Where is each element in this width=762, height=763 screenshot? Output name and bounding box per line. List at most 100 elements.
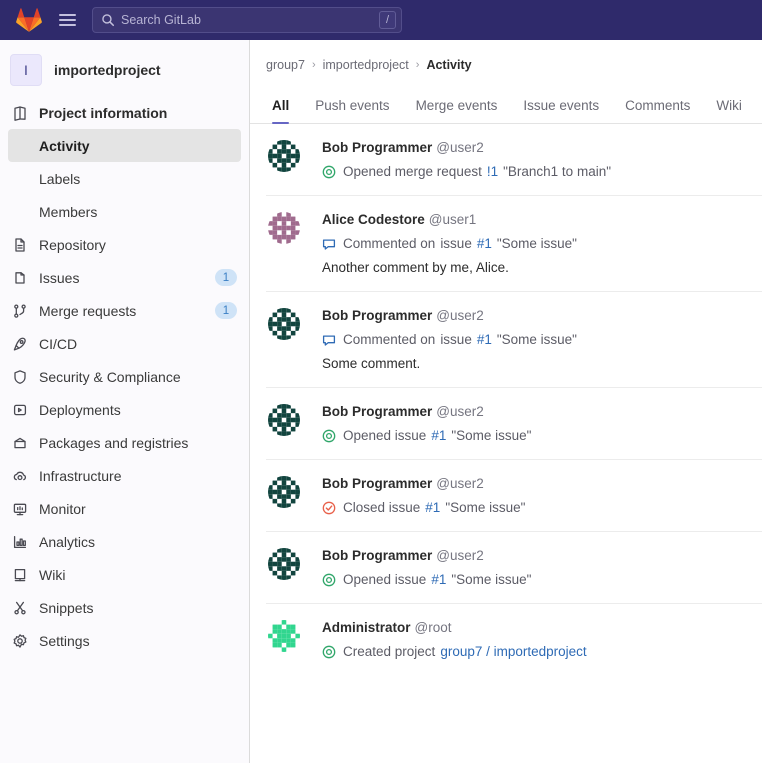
sidebar-item-label: Settings	[39, 632, 90, 649]
sidebar-project-header[interactable]: I importedproject	[0, 48, 249, 96]
tab-issue-events[interactable]: Issue events	[510, 98, 612, 123]
sidebar-item-security-compliance[interactable]: Security & Compliance	[0, 360, 249, 393]
avatar[interactable]	[268, 620, 300, 652]
breadcrumb-item-group7[interactable]: group7	[266, 58, 305, 72]
sidebar-item-merge-requests[interactable]: Merge requests 1	[0, 294, 249, 327]
sidebar-item-snippets[interactable]: Snippets	[0, 591, 249, 624]
sidebar-item-label: Project information	[39, 104, 168, 121]
identicon-teal	[268, 308, 300, 340]
gear-icon	[13, 633, 27, 648]
event-reference[interactable]: !1	[487, 162, 498, 181]
rocket-icon	[13, 337, 26, 351]
event-target-type: issue	[440, 236, 472, 251]
sidebar-item-label: Labels	[39, 170, 81, 187]
event-body: Bob Programmer @user2 Opened issue #1 "Some …	[322, 546, 762, 589]
sidebar-item-activity[interactable]: Activity	[8, 129, 241, 162]
sidebar-item-label: Deployments	[39, 401, 121, 418]
avatar[interactable]	[268, 548, 300, 580]
event-user-handle[interactable]: @root	[415, 620, 452, 635]
sidebar-item-wiki[interactable]: Wiki	[0, 558, 249, 591]
activity-event: Bob Programmer @user2 Opened issue #1 "Some …	[266, 532, 762, 604]
sidebar-item-packages-and-registries[interactable]: Packages and registries	[0, 426, 249, 459]
avatar[interactable]	[268, 476, 300, 508]
sidebar-item-label: Members	[39, 203, 98, 220]
sidebar-item-label: CI/CD	[39, 335, 78, 352]
sidebar-item-monitor[interactable]: Monitor	[0, 492, 249, 525]
sidebar-item-members[interactable]: Members	[0, 195, 249, 228]
event-body: Bob Programmer @user2 Opened issue #1 "Some …	[322, 402, 762, 445]
sidebar-item-analytics[interactable]: Analytics	[0, 525, 249, 558]
sidebar-item-labels[interactable]: Labels	[0, 162, 249, 195]
event-user-handle[interactable]: @user1	[429, 212, 476, 227]
event-user-handle[interactable]: @user2	[436, 308, 483, 323]
tab-push-events[interactable]: Push events	[302, 98, 402, 123]
activity-event: Bob Programmer @user2 Commented on issue #1 "…	[266, 292, 762, 388]
event-author[interactable]: Bob Programmer	[322, 308, 432, 323]
event-action-line: Commented on issue #1 "Some issue"	[322, 234, 762, 253]
sidebar-item-repository[interactable]: Repository	[0, 228, 249, 261]
avatar[interactable]	[268, 212, 300, 244]
event-user-handle[interactable]: @user2	[436, 140, 483, 155]
event-title: "Some issue"	[451, 428, 532, 443]
event-project-link[interactable]: group7 / importedproject	[440, 642, 586, 661]
avatar[interactable]	[268, 308, 300, 340]
event-reference[interactable]: #1	[425, 498, 440, 517]
tab-wiki[interactable]: Wiki	[703, 98, 755, 123]
event-reference[interactable]: #1	[477, 330, 492, 349]
event-reference[interactable]: #1	[431, 426, 446, 445]
sidebar-item-issues[interactable]: Issues 1	[0, 261, 249, 294]
breadcrumb-separator: ›	[311, 59, 316, 71]
event-author[interactable]: Bob Programmer	[322, 404, 432, 419]
sidebar-item-label: Repository	[39, 236, 106, 253]
event-author[interactable]: Alice Codestore	[322, 212, 425, 227]
search-box[interactable]: /	[92, 7, 402, 33]
activity-event: Bob Programmer @user2 Closed issue #1 "Some …	[266, 460, 762, 532]
event-body: Bob Programmer @user2 Closed issue #1 "Some …	[322, 474, 762, 517]
event-title: "Some issue"	[451, 572, 532, 587]
analytics-chart-icon	[13, 535, 27, 548]
sidebar-item-project-information[interactable]: Project information	[0, 96, 249, 129]
event-title: "Branch1 to main"	[503, 164, 611, 179]
sidebar-item-label: Security & Compliance	[39, 368, 181, 385]
event-author[interactable]: Bob Programmer	[322, 140, 432, 155]
event-author[interactable]: Administrator	[322, 620, 411, 635]
sidebar-item-infrastructure[interactable]: Infrastructure	[0, 459, 249, 492]
event-reference[interactable]: #1	[477, 234, 492, 253]
event-user-handle[interactable]: @user2	[436, 404, 483, 419]
event-author[interactable]: Bob Programmer	[322, 548, 432, 563]
hamburger-bar	[58, 24, 76, 26]
event-body: Alice Codestore @user1 Commented on issue #1…	[322, 210, 762, 277]
event-user-handle[interactable]: @user2	[436, 548, 483, 563]
hamburger-menu-icon[interactable]	[54, 7, 80, 33]
search-icon	[102, 14, 115, 27]
tab-merge-events[interactable]: Merge events	[403, 98, 511, 123]
sidebar-item-deployments[interactable]: Deployments	[0, 393, 249, 426]
avatar[interactable]	[268, 140, 300, 172]
tab-comments[interactable]: Comments	[612, 98, 703, 123]
event-user-handle[interactable]: @user2	[436, 476, 483, 491]
book-icon	[14, 568, 26, 581]
sidebar-item-settings[interactable]: Settings	[0, 624, 249, 657]
sidebar-item-label: Merge requests	[39, 302, 137, 319]
sidebar-item-ci-cd[interactable]: CI/CD	[0, 327, 249, 360]
event-action: Opened issue	[343, 572, 427, 587]
avatar[interactable]	[268, 404, 300, 436]
issues-icon	[15, 271, 25, 284]
event-author[interactable]: Bob Programmer	[322, 476, 432, 491]
event-author-line: Bob Programmer @user2	[322, 307, 762, 325]
gitlab-logo-icon[interactable]	[16, 7, 42, 33]
sidebar-item-label: Snippets	[39, 599, 94, 616]
sidebar-item-badge: 1	[215, 269, 237, 286]
identicon-green	[268, 620, 300, 652]
tab-all[interactable]: All	[266, 98, 302, 124]
activity-event: Bob Programmer @user2 Opened issue #1 "Some …	[266, 388, 762, 460]
search-input[interactable]	[121, 13, 379, 27]
sidebar-nav-list: Project information Activity Labels Members…	[0, 96, 249, 657]
event-title: "Some issue"	[496, 332, 577, 347]
event-note-body: Another comment by me, Alice.	[322, 260, 509, 275]
event-author-line: Alice Codestore @user1	[322, 211, 762, 229]
breadcrumb-item-importedproject[interactable]: importedproject	[323, 58, 409, 72]
event-reference[interactable]: #1	[431, 570, 446, 589]
event-author-line: Bob Programmer @user2	[322, 403, 762, 421]
hamburger-bar	[58, 14, 76, 16]
